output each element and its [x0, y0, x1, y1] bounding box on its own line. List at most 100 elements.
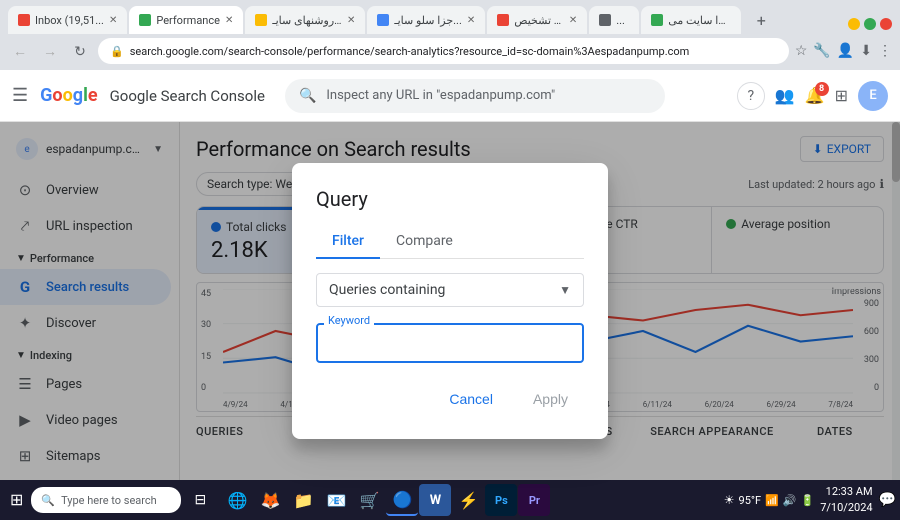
reload-button[interactable]: ↻: [68, 39, 92, 63]
taskbar: ⊞ 🔍 Type here to search ⊟ 🌐 🦊 📁 📧 🛒 🔵 W …: [0, 480, 900, 520]
main-app-body: e espadanpump.com ▼ ⊙ Overview ⤤ URL ins…: [0, 122, 900, 480]
browser-tab-7[interactable]: جزا سایت می...: [641, 6, 741, 34]
top-search-bar[interactable]: 🔍 Inspect any URL in "espadanpump.com": [285, 79, 665, 113]
windows-start-button[interactable]: ⊞: [4, 486, 29, 514]
modal-dropdown[interactable]: Queries containing ▼: [316, 273, 584, 307]
topbar-actions: ? 👥 🔔 8 ⊞ E: [737, 81, 888, 111]
apply-button[interactable]: Apply: [517, 383, 584, 415]
hamburger-button[interactable]: ☰: [12, 85, 28, 106]
tab-label-4: جزا سلو سایـ...: [394, 14, 461, 27]
taskbar-app-ps[interactable]: Ps: [485, 484, 517, 516]
taskbar-weather-icon: ☀: [724, 493, 735, 507]
menu-icon[interactable]: ⋮: [878, 43, 892, 59]
query-modal: Query Filter Compare Queries containing …: [292, 163, 608, 439]
download-icon[interactable]: ⬇: [860, 43, 872, 59]
close-button[interactable]: [880, 18, 892, 30]
taskbar-network-icon[interactable]: 📶: [765, 494, 779, 507]
taskbar-app-mail[interactable]: 📧: [320, 484, 352, 516]
url-text: search.google.com/search-console/perform…: [130, 45, 690, 58]
browser-tab-bar: Inbox (19,51... ✕ Performance ✕ روشنهای …: [0, 0, 900, 34]
taskbar-date: 7/10/2024: [820, 500, 872, 517]
maximize-button[interactable]: [864, 18, 876, 30]
taskbar-app-word[interactable]: W: [419, 484, 451, 516]
taskbar-search-icon: 🔍: [41, 494, 55, 507]
gmail-favicon: [18, 14, 30, 26]
minimize-button[interactable]: [848, 18, 860, 30]
taskbar-apps: 🌐 🦊 📁 📧 🛒 🔵 W ⚡ Ps Pr: [221, 484, 550, 516]
apps-icon[interactable]: ⊞: [835, 86, 848, 105]
taskbar-battery-icon: 🔋: [801, 494, 815, 507]
tab-close-5[interactable]: ✕: [569, 15, 577, 26]
taskbar-system-icons: ☀ 95°F 📶 🔊 🔋: [724, 493, 814, 507]
help-button[interactable]: ?: [737, 82, 765, 110]
tab-label-performance: Performance: [156, 14, 220, 27]
modal-title: Query: [316, 187, 584, 211]
notification-icon[interactable]: 🔔 8: [805, 86, 825, 105]
modal-overlay[interactable]: Query Filter Compare Queries containing …: [0, 122, 900, 480]
new-tab-button[interactable]: +: [747, 6, 775, 34]
tab4-favicon: [377, 14, 389, 26]
tab-label-gmail: Inbox (19,51...: [35, 14, 104, 27]
tab-close-gmail[interactable]: ✕: [109, 15, 117, 26]
browser-window-controls: [848, 18, 892, 34]
modal-input-wrapper: Keyword: [316, 323, 584, 363]
modal-tab-compare[interactable]: Compare: [380, 225, 469, 259]
search-icon: 🔍: [299, 88, 316, 104]
taskbar-app-excel[interactable]: ⚡: [452, 484, 484, 516]
address-bar-row: ← → ↻ 🔒 search.google.com/search-console…: [0, 34, 900, 70]
taskbar-temp: 95°F: [739, 494, 762, 507]
taskbar-right: ☀ 95°F 📶 🔊 🔋 12:33 AM 7/10/2024 💬: [724, 484, 896, 517]
taskbar-volume-icon[interactable]: 🔊: [783, 494, 797, 507]
browser-tab-4[interactable]: جزا سلو سایـ... ✕: [367, 6, 485, 34]
taskbar-app-edge[interactable]: 🌐: [221, 484, 253, 516]
modal-input-label: Keyword: [324, 314, 374, 327]
lock-icon: 🔒: [110, 45, 124, 58]
google-logo: Google: [40, 85, 97, 106]
tab5-favicon: [497, 14, 509, 26]
browser-tab-6[interactable]: ...: [589, 6, 639, 34]
modal-dropdown-label: Queries containing: [329, 282, 445, 298]
tab6-favicon: [599, 14, 611, 26]
taskbar-search-box[interactable]: 🔍 Type here to search: [31, 487, 181, 513]
tab-label-6: ...: [616, 14, 625, 27]
modal-dropdown-arrow-icon: ▼: [559, 283, 571, 297]
modal-tab-filter[interactable]: Filter: [316, 225, 380, 259]
browser-tab-gmail[interactable]: Inbox (19,51... ✕: [8, 6, 127, 34]
avatar[interactable]: E: [858, 81, 888, 111]
tab-label-5: نحوه تشخیص...: [514, 14, 564, 27]
taskbar-app-view-button[interactable]: ⊟: [185, 485, 215, 515]
tab7-favicon: [651, 14, 663, 26]
taskbar-time: 12:33 AM: [820, 484, 872, 501]
browser-tab-3[interactable]: روشنهای سایـ... ✕: [245, 6, 365, 34]
tab-label-7: جزا سایت می...: [668, 14, 731, 27]
taskbar-app-files[interactable]: 📁: [287, 484, 319, 516]
taskbar-clock[interactable]: 12:33 AM 7/10/2024: [820, 484, 872, 517]
gsc-favicon: [139, 14, 151, 26]
bookmark-icon[interactable]: ☆: [795, 43, 808, 59]
notification-badge: 8: [815, 82, 829, 96]
tab-close-3[interactable]: ✕: [347, 15, 355, 26]
cancel-button[interactable]: Cancel: [433, 383, 509, 415]
taskbar-app-chrome[interactable]: 🔵: [386, 484, 418, 516]
profile-icon[interactable]: 👤: [837, 43, 854, 59]
modal-tab-bar: Filter Compare: [316, 225, 584, 259]
tab-close-performance[interactable]: ✕: [225, 15, 233, 26]
back-button[interactable]: ←: [8, 39, 32, 63]
taskbar-app-store[interactable]: 🛒: [353, 484, 385, 516]
users-icon[interactable]: 👥: [775, 86, 795, 105]
taskbar-app-premiere[interactable]: Pr: [518, 484, 550, 516]
app-title: Google Search Console: [110, 87, 265, 105]
app-topbar: ☰ Google Google Search Console 🔍 Inspect…: [0, 70, 900, 122]
keyword-input[interactable]: [316, 323, 584, 363]
search-placeholder: Inspect any URL in "espadanpump.com": [326, 88, 555, 103]
browser-tab-performance[interactable]: Performance ✕: [129, 6, 243, 34]
tab3-favicon: [255, 14, 267, 26]
forward-button[interactable]: →: [38, 39, 62, 63]
taskbar-search-placeholder: Type here to search: [61, 494, 157, 507]
taskbar-app-firefox[interactable]: 🦊: [254, 484, 286, 516]
address-bar[interactable]: 🔒 search.google.com/search-console/perfo…: [98, 38, 789, 64]
modal-actions: Cancel Apply: [316, 383, 584, 415]
extension-icon[interactable]: 🔧: [813, 43, 830, 59]
browser-tab-5[interactable]: نحوه تشخیص... ✕: [487, 6, 587, 34]
tab-close-4[interactable]: ✕: [467, 15, 475, 26]
